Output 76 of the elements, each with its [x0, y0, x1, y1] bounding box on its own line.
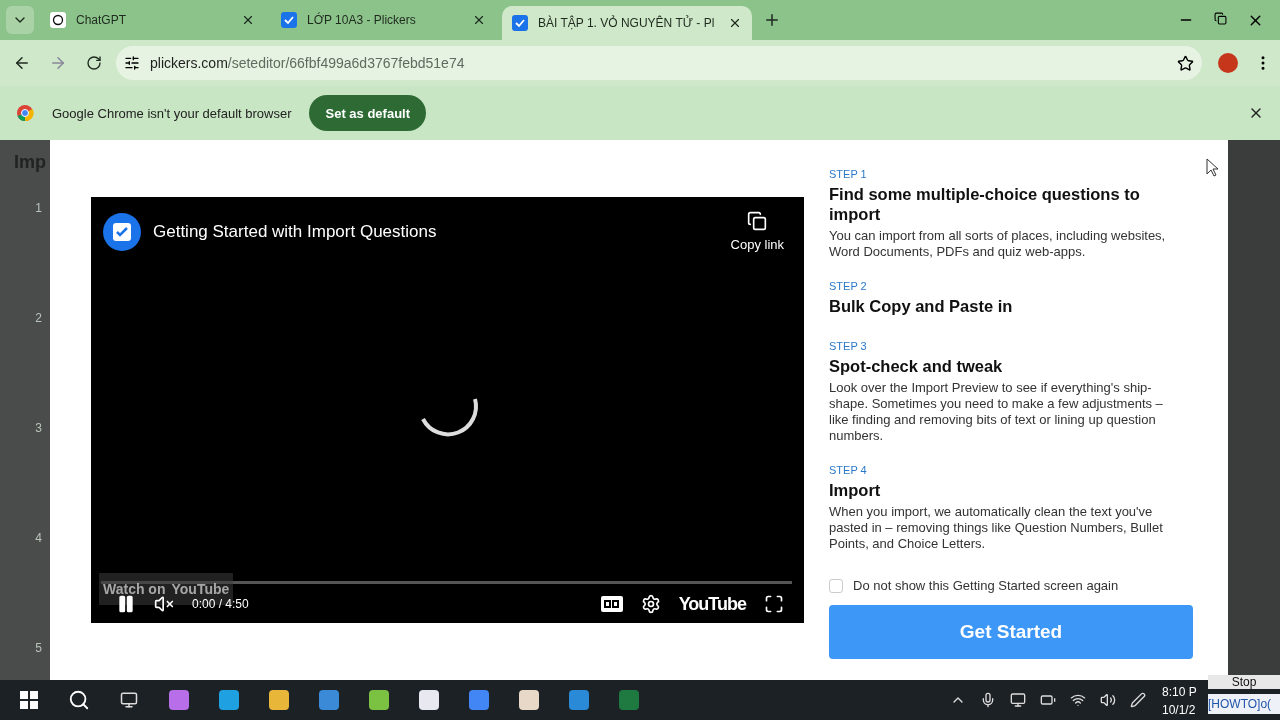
profile-avatar[interactable]	[1218, 53, 1238, 73]
question-number: 4	[35, 531, 43, 545]
close-icon[interactable]	[241, 13, 255, 27]
app-icon[interactable]	[469, 690, 489, 710]
display-icon[interactable]	[1010, 692, 1026, 708]
app-icon[interactable]	[419, 690, 439, 710]
step-label: STEP 4	[829, 464, 868, 476]
address-bar[interactable]: plickers.com/seteditor/66fbf499a6d3767febd51e74	[116, 46, 1202, 80]
forward-arrow-icon	[49, 54, 67, 72]
restore-icon[interactable]	[1214, 11, 1227, 25]
tab-title: ChatGPT	[76, 13, 127, 27]
bookmark-star-icon[interactable]	[1177, 54, 1194, 72]
step-description: You can import from all sorts of places, including websites, Word Documents, PDFs and quiz web-apps.	[829, 228, 1167, 260]
app-icon[interactable]	[519, 690, 539, 710]
site-settings-icon[interactable]	[124, 55, 140, 71]
settings-icon[interactable]	[640, 594, 661, 614]
pen-icon[interactable]	[1130, 692, 1146, 708]
step-description: When you import, we automatically clean the text you've pasted in – removing things like Question Numbers, Bullet Points, and Choice Letters.	[829, 504, 1164, 552]
browser-tab[interactable]: BÀI TẬP 1. VỎ NGUYÊN TỬ - Pl	[502, 6, 752, 40]
app-icon[interactable]	[219, 690, 239, 710]
copy-icon	[747, 211, 768, 231]
tab-title: BÀI TẬP 1. VỎ NGUYÊN TỬ - Pl	[538, 16, 716, 30]
app-icon[interactable]	[569, 690, 589, 710]
question-number: 3	[35, 421, 43, 435]
step-label: STEP 1	[829, 168, 868, 180]
step-title: Import	[829, 480, 882, 500]
mouse-cursor-icon	[1206, 158, 1220, 178]
windows-logo-icon	[20, 691, 38, 709]
stop-button[interactable]: Stop	[1208, 675, 1280, 689]
step-title: Spot-check and tweak	[829, 356, 1004, 376]
step-title: Bulk Copy and Paste in	[829, 296, 1014, 316]
question-number: 2	[35, 311, 43, 325]
plus-icon	[763, 11, 781, 29]
app-icon[interactable]	[269, 690, 289, 710]
browser-logo-icon	[16, 104, 34, 122]
url-domain: plickers.com	[150, 55, 228, 71]
question-number: 5	[35, 641, 43, 655]
url-path: /seteditor/66fbf499a6d3767febd51e74	[227, 55, 465, 71]
reload-icon	[86, 55, 102, 71]
fullscreen-icon[interactable]	[764, 594, 784, 614]
recorder-title: [HOWTO]o(	[1208, 694, 1280, 714]
app-icon[interactable]	[369, 690, 389, 710]
step-description: Look over the Import Preview to see if everything's ship-shape. Sometimes you need to make a few adjustments – like finding and removing bits of text or lining up question numbers.	[829, 380, 1164, 444]
checkbox-icon	[512, 15, 528, 31]
close-icon[interactable]	[472, 13, 486, 27]
set-default-button[interactable]: Set as default	[309, 95, 426, 131]
tab-list-button[interactable]	[6, 6, 34, 34]
step-label: STEP 3	[829, 340, 868, 352]
browser-tab[interactable]: ChatGPT	[40, 6, 265, 34]
video-title: Getting Started with Import Questions	[153, 221, 438, 242]
search-icon[interactable]	[68, 689, 90, 711]
channel-logo-icon	[103, 212, 141, 251]
infobar-message: Google Chrome isn't your default browser	[52, 105, 292, 121]
mute-icon[interactable]	[154, 594, 174, 614]
checkbox-icon	[281, 12, 297, 28]
task-view-icon[interactable]	[120, 691, 138, 709]
dont-show-checkbox[interactable]: Do not show this Getting Started screen again	[829, 578, 1193, 593]
question-number: 1	[35, 201, 43, 215]
checkbox[interactable]	[829, 578, 843, 593]
copy-link-button[interactable]: Copy link	[730, 211, 784, 252]
app-icon[interactable]	[169, 690, 189, 710]
step-title: Find some multiple-choice questions to import	[829, 184, 1141, 224]
app-icon[interactable]	[319, 690, 339, 710]
checkbox-label: Do not show this Getting Started screen again	[853, 578, 1119, 593]
wifi-icon[interactable]	[1070, 692, 1086, 708]
close-icon[interactable]	[728, 16, 742, 30]
microphone-icon[interactable]	[980, 692, 996, 708]
pause-icon[interactable]	[116, 594, 136, 614]
youtube-logo[interactable]: YouTube	[678, 593, 746, 615]
captions-icon[interactable]	[600, 596, 623, 612]
battery-icon[interactable]	[1040, 692, 1056, 708]
volume-icon[interactable]	[1100, 692, 1116, 708]
browser-tab[interactable]: LỚP 10A3 - Plickers	[271, 6, 496, 34]
tab-title: LỚP 10A3 - Plickers	[307, 13, 417, 27]
step-label: STEP 2	[829, 280, 868, 292]
taskbar-clock[interactable]: 8:10 P 10/1/2	[1162, 680, 1204, 720]
